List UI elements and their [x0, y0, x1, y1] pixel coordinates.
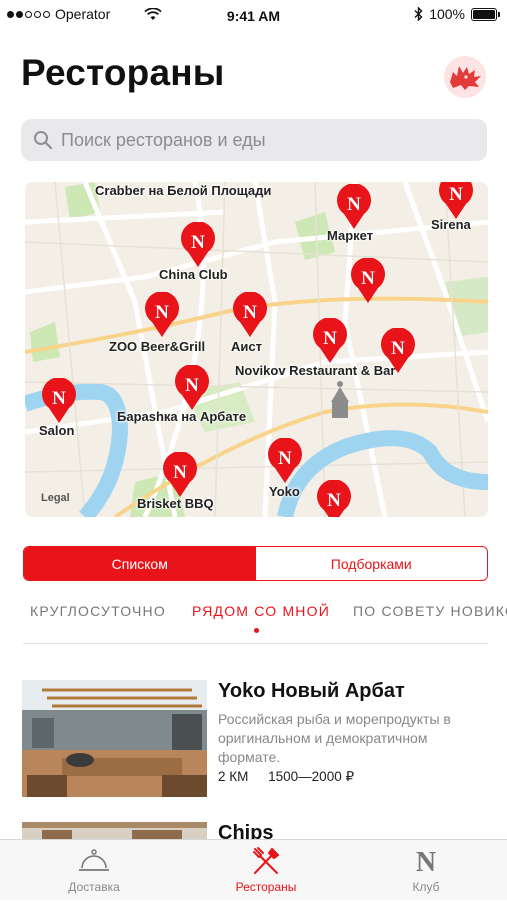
map-pin[interactable]: N: [379, 328, 417, 374]
map-pin-label[interactable]: Аист: [231, 339, 262, 354]
map-pin[interactable]: N: [143, 292, 181, 338]
map-pin[interactable]: N: [179, 222, 217, 268]
map-pin-label[interactable]: ZOO Beer&Grill: [109, 339, 205, 354]
map-pin[interactable]: N: [315, 480, 353, 517]
segment-collections[interactable]: Подборками: [255, 547, 487, 580]
category-tab-nearby[interactable]: РЯДОМ СО МНОЙ: [192, 603, 330, 619]
fork-knife-icon: [253, 847, 280, 874]
restaurant-description: Российская рыба и морепродукты в оригина…: [218, 711, 451, 765]
map-legal-link[interactable]: Legal: [41, 492, 70, 504]
restaurant-photo: [22, 680, 207, 797]
category-tab-recommended[interactable]: ПО СОВЕТУ НОВИКО: [353, 603, 507, 619]
view-mode-segmented-control[interactable]: Списком Подборками: [23, 546, 488, 581]
tab-delivery[interactable]: Доставка: [34, 840, 154, 901]
map-pin-label[interactable]: Sirena: [431, 217, 471, 232]
page-title: Рестораны: [21, 52, 225, 93]
restaurants-map[interactable]: Legal Crabber на Белой Площади N Маркет N Si…: [25, 182, 488, 517]
direwolf-emblem-icon: [450, 66, 481, 90]
svg-text:N: N: [449, 184, 463, 205]
map-pin-label[interactable]: Novikov Restaurant & Bar: [235, 363, 395, 378]
map-pin-label[interactable]: China Club: [159, 267, 228, 282]
restaurant-meta: 2 КМ 1500—2000 ₽: [218, 769, 370, 785]
category-tab-24h[interactable]: КРУГЛОСУТОЧНО: [30, 603, 166, 619]
svg-text:N: N: [243, 302, 257, 323]
map-pin[interactable]: N: [437, 182, 475, 220]
svg-text:N: N: [155, 302, 169, 323]
battery-icon: [471, 7, 500, 21]
map-pin[interactable]: N: [349, 258, 387, 304]
restaurant-distance: 2 КМ: [218, 769, 249, 784]
battery-percent: 100%: [429, 6, 465, 22]
svg-text:N: N: [185, 375, 199, 396]
tab-restaurants[interactable]: Рестораны: [206, 840, 326, 901]
cloche-icon: [79, 849, 109, 871]
map-pin[interactable]: N: [266, 438, 304, 484]
svg-text:N: N: [327, 490, 341, 511]
svg-text:N: N: [391, 338, 405, 359]
svg-text:N: N: [416, 847, 436, 876]
svg-text:N: N: [173, 462, 187, 483]
map-pin-label[interactable]: Salon: [39, 423, 74, 438]
map-pin-label[interactable]: Brisket BBQ: [137, 496, 214, 511]
map-pin-label[interactable]: Барashка на Арбате: [117, 409, 246, 424]
n-logo-icon: N: [416, 847, 436, 876]
tab-club[interactable]: N Клуб: [366, 840, 486, 901]
tab-club-label: Клуб: [412, 880, 440, 894]
search-bar[interactable]: [21, 119, 487, 161]
bluetooth-icon: [414, 7, 423, 21]
tab-bar: Доставка Рестораны N Клуб: [0, 839, 507, 900]
map-pin[interactable]: N: [335, 184, 373, 230]
tab-restaurants-label: Рестораны: [235, 880, 297, 894]
tab-delivery-label: Доставка: [68, 880, 120, 894]
map-pin[interactable]: N: [231, 292, 269, 338]
svg-text:N: N: [278, 448, 292, 469]
restaurant-card[interactable]: Yoko Новый Арбат Российская рыба и мореп…: [22, 680, 488, 798]
battery-group: 100%: [414, 6, 500, 22]
svg-text:N: N: [191, 232, 205, 253]
map-pin[interactable]: N: [173, 365, 211, 411]
search-icon: [34, 131, 53, 150]
status-bar: Operator 9:41 AM 100%: [0, 0, 507, 30]
map-pin-label[interactable]: Маркет: [327, 228, 373, 243]
svg-text:N: N: [323, 328, 337, 349]
avatar[interactable]: [444, 56, 486, 98]
map-pin[interactable]: N: [40, 378, 78, 424]
svg-text:N: N: [347, 194, 361, 215]
svg-text:N: N: [52, 388, 66, 409]
map-pin-label[interactable]: Crabber на Белой Площади: [95, 183, 271, 198]
map-pin[interactable]: N: [161, 452, 199, 498]
map-pin-label[interactable]: Yoko: [269, 484, 300, 499]
category-scroller[interactable]: КРУГЛОСУТОЧНО РЯДОМ СО МНОЙ ПО СОВЕТУ НО…: [0, 603, 507, 631]
search-input[interactable]: [61, 129, 461, 151]
active-category-indicator: [254, 628, 259, 633]
divider: [23, 643, 488, 644]
restaurant-name: Yoko Новый Арбат: [218, 680, 405, 702]
svg-text:N: N: [361, 268, 375, 289]
segment-list[interactable]: Списком: [24, 547, 256, 580]
restaurant-price: 1500—2000 ₽: [268, 769, 355, 784]
map-pin[interactable]: N: [311, 318, 349, 364]
